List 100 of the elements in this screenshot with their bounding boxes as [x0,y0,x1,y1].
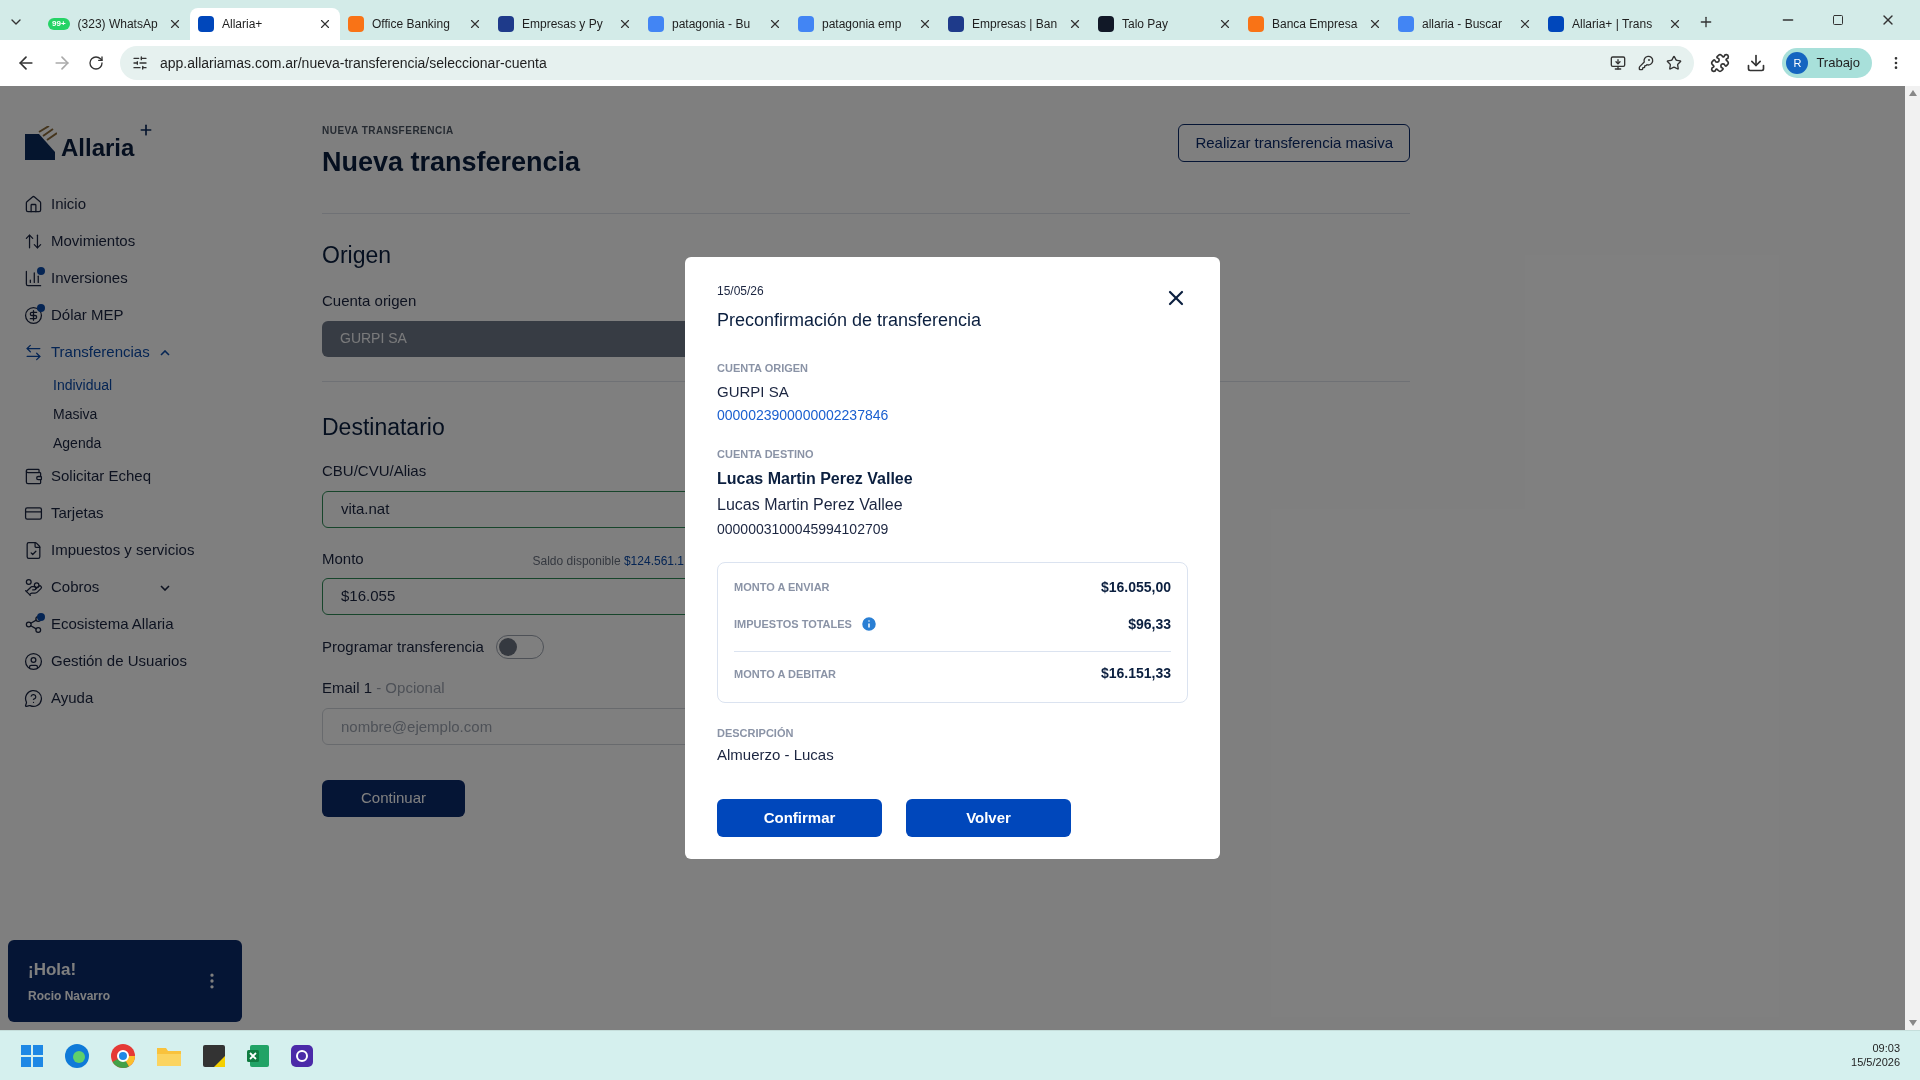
nav-icon [24,578,43,597]
nav-item[interactable]: Cobros [0,569,250,606]
close-icon[interactable] [1218,17,1232,31]
key-icon[interactable] [1638,55,1655,71]
tab-title: patagonia emp [822,16,903,33]
section-label: CUENTA ORIGEN [717,361,809,377]
browser-tab[interactable]: patagonia - Bu [640,8,790,40]
nav-icon [24,269,43,288]
nav-item[interactable]: Movimientos [0,223,250,260]
close-icon[interactable] [768,17,782,31]
start-icon[interactable] [20,1043,44,1068]
nav-icon [24,652,43,671]
close-icon[interactable] [1368,17,1382,31]
nav-subitem[interactable]: Agenda [0,429,250,458]
toggle-knob [498,638,517,656]
bulk-transfer-button[interactable]: Realizar transferencia masiva [1178,124,1410,162]
nav-item[interactable]: Tarjetas [0,495,250,532]
browser-tab[interactable]: Empresas | Ban [940,8,1090,40]
nav-item[interactable]: Transferencias [0,334,250,371]
nav-icon [24,689,43,708]
close-icon[interactable] [618,17,632,31]
nav-item[interactable]: Inversiones [0,260,250,297]
schedule-toggle[interactable] [495,635,544,659]
nav-item[interactable]: Impuestos y servicios [0,532,250,569]
nav-subitem[interactable]: Individual [0,371,250,400]
nav-subitem[interactable]: Masiva [0,400,250,429]
close-icon[interactable] [1668,17,1682,31]
site-icon [648,16,664,32]
browser-tab[interactable]: patagonia emp [790,8,940,40]
nav-item[interactable]: Solicitar Echeq [0,458,250,495]
close-icon[interactable] [468,17,482,31]
scroll-down-icon[interactable] [1908,1020,1917,1026]
field-label: Monto [322,548,364,569]
browser-tab[interactable]: Allaria+ [190,8,340,40]
browser-tab[interactable]: Talo Pay [1090,8,1240,40]
nav-icon [24,306,43,325]
user-name: Rocio Navarro [28,987,112,1005]
info-icon[interactable] [859,615,878,634]
address-bar[interactable]: app.allariamas.com.ar/nueva-transferencia/seleccionar-cuenta [120,46,1695,80]
app-icon[interactable] [290,1043,314,1068]
spreadsheet-icon[interactable] [246,1043,270,1068]
site-settings-icon[interactable] [132,55,148,71]
tab-title: Office Banking [372,16,451,33]
origin-account: 0000023900000002237846 [717,406,889,426]
nav-icon [24,343,43,362]
nav-item[interactable]: Dólar MEP [0,297,250,334]
reload-icon[interactable] [88,55,104,71]
scrollbar[interactable] [1905,86,1920,1030]
close-icon[interactable] [318,17,332,31]
chrome-icon[interactable] [110,1042,136,1069]
install-icon[interactable] [1610,55,1627,71]
logo[interactable]: Allaria [25,126,155,160]
tab-title: Talo Pay [1122,16,1170,33]
summary-value: $16.151,33 [1100,664,1171,684]
browser-tab[interactable]: Office Banking [340,8,490,40]
nav-icon [24,541,43,560]
field-label: CBU/CVU/Alias [322,461,427,481]
nav-icon [24,467,43,486]
browser-tab[interactable]: allaria - Buscar [1390,8,1540,40]
tab-title: patagonia - Bu [672,16,752,33]
scroll-up-icon[interactable] [1908,90,1917,96]
new-tab-icon[interactable] [1698,14,1714,30]
section-heading: Origen [322,240,392,270]
tab-title: Empresas y Py [522,16,604,33]
nav-item[interactable]: Ecosistema Allaria [0,606,250,643]
download-icon[interactable] [1746,53,1767,73]
destination-name: Lucas Martin Perez Vallee [717,468,913,489]
browser-tab[interactable]: 99+ (323) WhatsAp [40,8,190,40]
close-icon[interactable] [1068,17,1082,31]
bookmark-icon[interactable] [1666,55,1683,71]
notification-badge: 99+ [48,18,70,30]
close-icon[interactable] [1518,17,1532,31]
edge-icon[interactable] [64,1042,90,1069]
profile-button[interactable]: R Trabajo [1782,48,1872,78]
browser-tab[interactable]: Empresas y Py [490,8,640,40]
site-icon [498,16,514,32]
nav-item[interactable]: Inicio [0,186,250,223]
tab-title: Banca Empresa [1272,16,1359,33]
nav-item[interactable]: Ayuda [0,680,250,717]
description-text: Almuerzo - Lucas [717,745,834,766]
section-heading: Destinatario [322,412,445,442]
restore-icon[interactable] [1832,14,1844,26]
site-icon [198,16,214,32]
nav-item[interactable]: Gestión de Usuarios [0,643,250,680]
site-icon [1248,16,1264,32]
browser-tab[interactable]: Banca Empresa [1240,8,1390,40]
browser-tab[interactable]: Allaria+ | Trans [1540,8,1690,40]
dialog-button[interactable]: Volver [906,798,1071,837]
breadcrumb: NUEVA TRANSFERENCIA [322,124,455,138]
nav-icon [24,504,43,523]
continue-button[interactable]: Continuar [322,779,465,817]
close-icon[interactable] [168,17,182,31]
origin-name: GURPI SA [717,381,789,402]
logo-mark-icon [25,126,57,160]
dialog-button[interactable]: Confirmar [717,798,882,837]
close-icon[interactable] [918,17,932,31]
site-icon [1398,16,1414,32]
extensions-icon[interactable] [1710,53,1731,73]
note-icon[interactable] [202,1043,226,1068]
site-icon [348,16,364,32]
